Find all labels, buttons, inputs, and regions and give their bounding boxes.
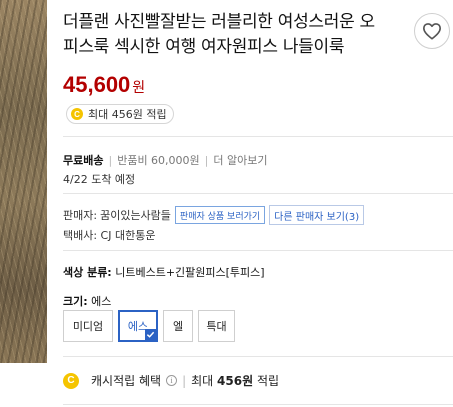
separator: | <box>182 373 187 388</box>
return-fee: 반품비 60,000원 <box>117 154 200 167</box>
separator: | <box>204 153 209 167</box>
price-unit: 원 <box>132 80 146 96</box>
cash-benefit-label: 캐시적립 혜택 <box>91 374 162 388</box>
product-image-edge <box>0 0 47 363</box>
coin-icon: C <box>71 108 83 120</box>
coin-icon: C <box>63 372 79 389</box>
size-options: 미디엄 에스 엘 특대 <box>63 310 240 342</box>
size-option-xl[interactable]: 특대 <box>198 310 235 342</box>
cash-benefit-row: C 캐시적립 혜택 i | 최대 456원 적립 <box>63 372 279 389</box>
check-icon <box>145 329 156 340</box>
size-option-label: 특대 <box>206 320 227 333</box>
color-option-row: 색상 분류: 니트베스트+긴팔원피스[투피스] <box>63 264 265 280</box>
info-icon[interactable]: i <box>166 375 178 386</box>
product-title-line: 피스룩 섹시한 여행 여자원피스 나들이룩 <box>63 37 345 57</box>
divider <box>63 193 453 194</box>
free-shipping-label: 무료배송 <box>63 154 104 167</box>
color-value[interactable]: 니트베스트+긴팔원피스[투피스] <box>115 266 264 279</box>
cash-reward-badge: C 최대 456원 적립 <box>66 104 174 124</box>
product-info-panel: 더플랜 사진빨잘받는 러블리한 여성스러운 오 피스룩 섹시한 여행 여자원피스… <box>63 0 453 407</box>
seller-name[interactable]: 꿈이있는사람들 <box>100 207 171 223</box>
seller-goods-button[interactable]: 판매자 상품 보러가기 <box>174 206 266 224</box>
size-selected-value: 에스 <box>91 295 112 308</box>
cash-benefit-suffix: 적립 <box>256 374 280 388</box>
separator: | <box>108 153 113 167</box>
heart-icon <box>423 23 441 40</box>
product-title-line: 더플랜 사진빨잘받는 러블리한 여성스러운 오 <box>63 12 375 32</box>
divider <box>63 250 453 251</box>
color-label: 색상 분류: <box>63 266 112 279</box>
delivery-estimate: 4/22 도착 예정 <box>63 173 136 186</box>
divider <box>63 136 453 137</box>
size-option-medium[interactable]: 미디엄 <box>63 310 113 342</box>
size-option-large[interactable]: 엘 <box>163 310 193 342</box>
cash-reward-label: 최대 456원 적립 <box>88 108 167 121</box>
cash-benefit-amount: 456원 <box>217 374 254 388</box>
shipping-row: 무료배송 | 반품비 60,000원 | 더 알아보기 <box>63 152 268 168</box>
price-value: 45,600 <box>63 72 131 97</box>
other-sellers-button[interactable]: 다른 판매자 보기(3) <box>269 205 365 225</box>
courier-info: 택배사: CJ 대한통운 <box>63 229 156 242</box>
learn-more-link[interactable]: 더 알아보기 <box>213 152 267 168</box>
cash-benefit-prefix: 최대 <box>191 374 214 388</box>
size-option-label: 엘 <box>172 320 184 333</box>
divider <box>63 356 453 357</box>
divider <box>63 404 453 405</box>
size-option-label: 미디엄 <box>72 320 104 333</box>
size-label: 크기: <box>63 295 88 308</box>
size-option-small[interactable]: 에스 <box>118 310 158 342</box>
wishlist-button[interactable] <box>414 13 450 49</box>
seller-label: 판매자: <box>63 209 98 222</box>
seller-row: 판매자: 꿈이있는사람들 판매자 상품 보러가기 다른 판매자 보기(3) <box>63 205 365 225</box>
size-option-label: 크기: 에스 <box>63 293 111 309</box>
price: 45,600 원 <box>63 72 146 97</box>
product-title: 더플랜 사진빨잘받는 러블리한 여성스러운 오 피스룩 섹시한 여행 여자원피스… <box>63 10 403 60</box>
